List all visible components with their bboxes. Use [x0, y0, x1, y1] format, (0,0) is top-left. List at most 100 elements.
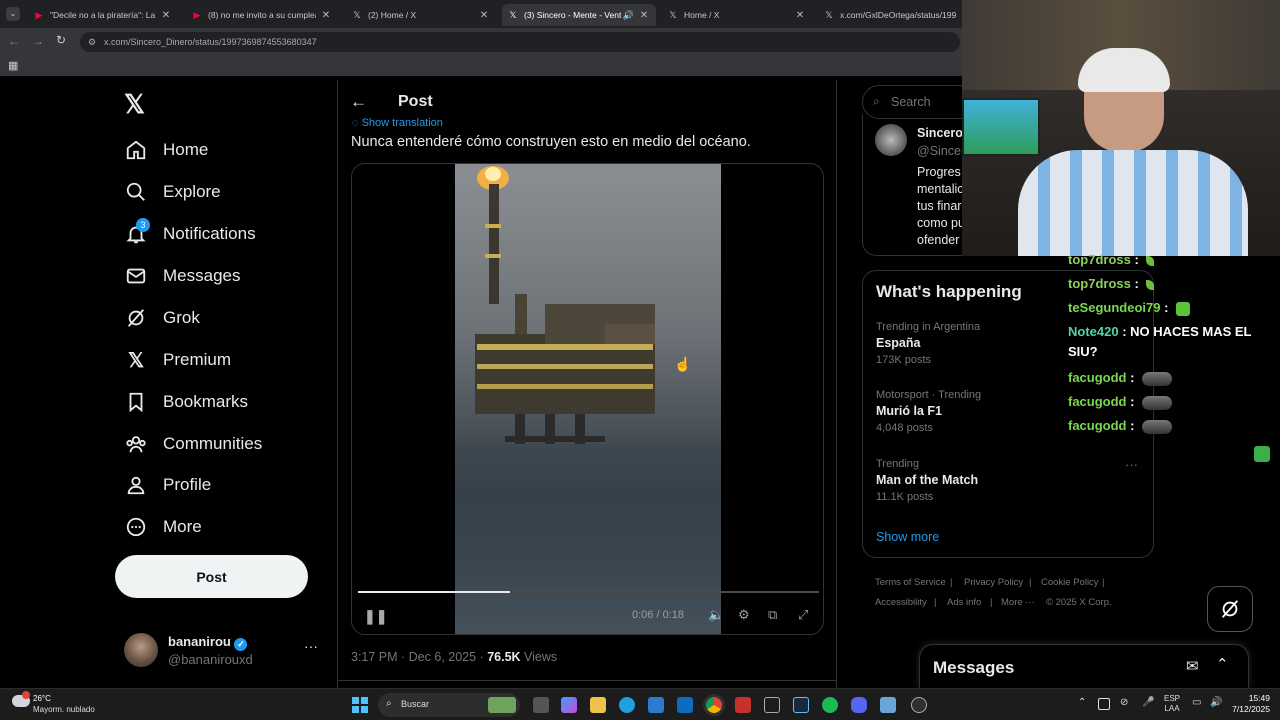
settings-gear-icon[interactable]: ⚙	[738, 607, 750, 623]
close-icon[interactable]: ✕	[478, 10, 490, 21]
footer-cookie-link[interactable]: Cookie Policy	[1041, 577, 1099, 588]
site-info-icon[interactable]: ⚙	[88, 32, 96, 52]
file-explorer-icon[interactable]	[590, 697, 606, 713]
footer-privacy-link[interactable]: Privacy Policy	[964, 577, 1023, 588]
person-icon	[124, 473, 148, 497]
fullscreen-icon[interactable]: ⤢	[798, 607, 808, 623]
system-clock[interactable]: 15:49 7/12/2025	[1226, 693, 1270, 715]
trend-item[interactable]: Trending in Argentina España 173K posts	[876, 321, 980, 366]
webcam-overlay	[962, 0, 1280, 256]
footer-more-link[interactable]: More ···	[1001, 597, 1035, 608]
center-column-border	[836, 80, 837, 688]
back-arrow-icon[interactable]: ←	[350, 92, 367, 112]
tray-network-icon[interactable]: ▭	[1192, 697, 1201, 708]
close-icon[interactable]: ✕	[794, 10, 806, 21]
x-logo-icon: 𝕏	[127, 349, 145, 372]
steam-icon[interactable]	[793, 697, 809, 713]
speaker-icon[interactable]: 🔊	[623, 10, 634, 21]
weather-desc: Mayorm. nublado	[33, 705, 95, 714]
messages-drawer-title: Messages	[933, 658, 1015, 677]
apps-grid-icon[interactable]: ▦	[8, 59, 18, 72]
obs-icon[interactable]	[911, 697, 927, 713]
more-dots-icon[interactable]: ···	[304, 638, 318, 654]
tray-chevron-up-icon[interactable]: ⌃	[1078, 697, 1086, 708]
show-translation-link[interactable]: ◌ Show translation	[352, 117, 443, 127]
picture-in-picture-icon[interactable]: ⧉	[768, 607, 777, 623]
tray-volume-icon[interactable]: 🔊	[1210, 697, 1222, 708]
trend-item[interactable]: Motorsport · Trending Murió la F1 4,048 …	[876, 389, 981, 434]
youtube-icon: ▶	[35, 10, 43, 20]
view-count: 76.5K	[487, 650, 521, 664]
reload-icon[interactable]: ↻	[56, 33, 66, 47]
capcut-icon[interactable]	[764, 697, 780, 713]
start-windows-icon[interactable]	[352, 697, 368, 713]
new-message-icon[interactable]: ✉	[1186, 657, 1199, 675]
browser-tab[interactable]: ▶ (8) no me invito a su cumpleaño ✕	[186, 4, 338, 26]
expand-up-icon[interactable]: ⌃	[1216, 655, 1229, 673]
volume-icon[interactable]: 🔈	[708, 607, 724, 623]
footer-terms-link[interactable]: Terms of Service	[875, 577, 946, 588]
tab-list-dropdown-icon[interactable]: ⌄	[6, 7, 20, 21]
windows-taskbar: 26°C Mayorm. nublado ⌕ Buscar ⌃ ⊘ 🎤 ESP …	[0, 688, 1280, 720]
edge-icon[interactable]	[619, 697, 635, 713]
nav-premium[interactable]: 𝕏 Premium	[124, 342, 231, 378]
game-app-icon[interactable]	[735, 697, 751, 713]
browser-tab[interactable]: ▶ "Decile no a la piratería": La insu ✕	[28, 4, 178, 26]
messages-drawer[interactable]: Messages ✉ ⌃	[919, 644, 1249, 688]
browser-tab[interactable]: 𝕏 x.com/GxlDeOrtega/status/199	[818, 4, 968, 26]
forward-arrow-icon[interactable]: →	[32, 34, 44, 48]
nav-communities[interactable]: Communities	[124, 426, 262, 462]
close-icon[interactable]: ✕	[320, 10, 332, 21]
nav-notifications[interactable]: 3 Notifications	[124, 216, 256, 252]
trend-more-dots-icon[interactable]: ···	[1125, 457, 1138, 472]
video-frame	[455, 164, 721, 634]
browser-tab[interactable]: 𝕏 (2) Home / X ✕	[346, 4, 496, 26]
close-icon[interactable]: ✕	[160, 10, 172, 21]
copilot-icon[interactable]	[561, 697, 577, 713]
address-bar[interactable]: ⚙ x.com/Sincero_Dinero/status/1997369874…	[80, 32, 960, 52]
outlook-icon[interactable]	[677, 697, 693, 713]
mouse-cursor-icon: ☝	[674, 356, 692, 372]
store-icon[interactable]	[648, 697, 664, 713]
tray-app-icon[interactable]	[1098, 698, 1110, 710]
browser-tab[interactable]: 𝕏 Home / X ✕	[662, 4, 812, 26]
browser-tab-active[interactable]: 𝕏 (3) Sincero - Mente - Venta 🔊 ✕	[502, 4, 656, 26]
tray-microphone-icon[interactable]: 🎤	[1142, 697, 1154, 708]
x-logo-icon[interactable]: 𝕏	[124, 90, 150, 118]
post-button[interactable]: Post	[115, 555, 308, 598]
url-text: x.com/Sincero_Dinero/status/199736987455…	[104, 37, 317, 47]
back-arrow-icon[interactable]: ←	[8, 34, 20, 48]
close-icon[interactable]: ✕	[638, 10, 650, 21]
task-view-icon[interactable]	[533, 697, 549, 713]
video-progress-track[interactable]	[358, 591, 819, 593]
grok-floating-button[interactable]	[1207, 586, 1253, 632]
profile-bio: Progres mentalic tus finar como pu ofend…	[917, 165, 965, 247]
chrome-icon[interactable]	[706, 697, 722, 713]
chat-message: facugodd :	[1068, 368, 1173, 388]
language-indicator[interactable]: ESP LAA	[1164, 694, 1180, 714]
nav-more[interactable]: More	[124, 509, 202, 545]
remote-desktop-icon[interactable]	[880, 697, 896, 713]
pause-icon[interactable]: ❚❚	[364, 608, 387, 625]
car-emote-icon	[1142, 371, 1173, 386]
video-player[interactable]: ❚❚ 0:06 / 0:18 🔈 ⚙ ⧉ ⤢	[351, 163, 824, 635]
account-switcher[interactable]: bananirou ✓ @bananirouxd ···	[122, 630, 322, 670]
nav-grok[interactable]: Grok	[124, 300, 200, 336]
show-more-link[interactable]: Show more	[876, 530, 939, 544]
nav-explore[interactable]: Explore	[124, 174, 221, 210]
more-circle-icon	[124, 515, 148, 539]
streamer-shirt	[1018, 150, 1248, 256]
avatar	[124, 633, 158, 667]
nav-messages[interactable]: Messages	[124, 258, 240, 294]
taskbar-search-box[interactable]: ⌕ Buscar	[378, 693, 520, 717]
trend-item[interactable]: Trending Man of the Match 11.1K posts	[876, 458, 978, 503]
footer-accessibility-link[interactable]: Accessibility	[875, 597, 927, 608]
nav-home[interactable]: Home	[124, 132, 208, 168]
discord-icon[interactable]	[851, 697, 867, 713]
nav-profile[interactable]: Profile	[124, 467, 211, 503]
nav-bookmarks[interactable]: Bookmarks	[124, 384, 248, 420]
tray-bluetooth-icon[interactable]: ⊘	[1120, 697, 1128, 708]
verified-badge-icon: ✓	[234, 638, 248, 651]
footer-ads-link[interactable]: Ads info	[947, 597, 981, 608]
spotify-icon[interactable]	[822, 697, 838, 713]
